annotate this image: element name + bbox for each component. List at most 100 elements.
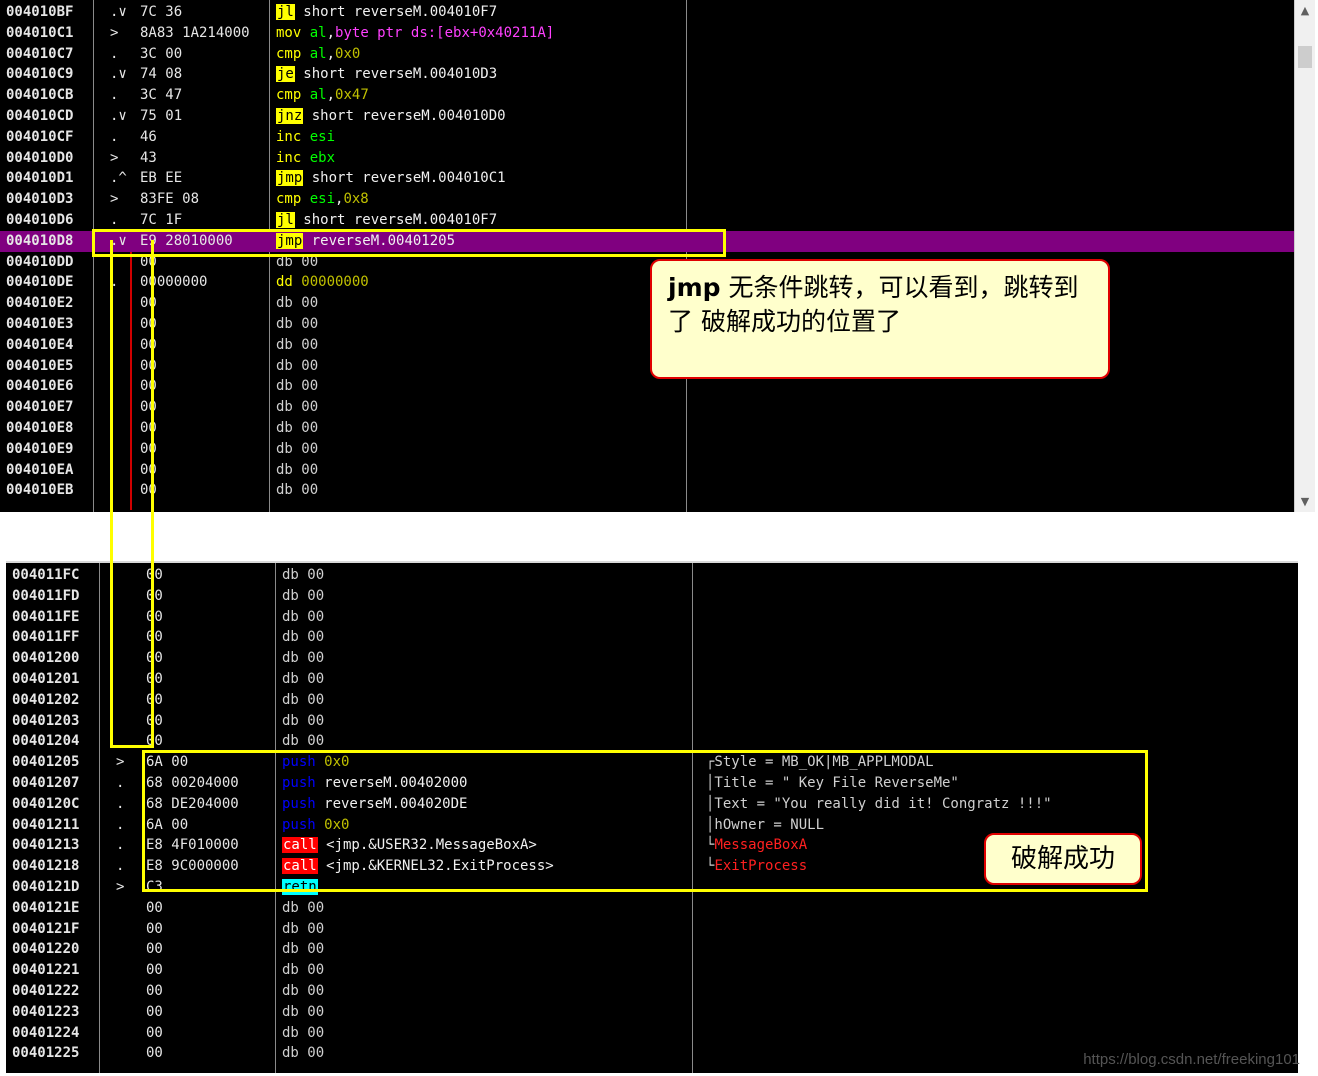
address-cell: 004010CB (6, 87, 74, 104)
disassembly-cell: db 00 (276, 314, 318, 335)
mnemonic: db (282, 587, 299, 604)
operand: 00 (292, 440, 319, 457)
mnemonic: db (282, 1045, 299, 1062)
instruction-row[interactable]: 00401202 00 db 00 (6, 690, 1298, 711)
instruction-row[interactable]: 00401200 00 db 00 (6, 648, 1298, 669)
operand: , (326, 45, 336, 62)
instruction-row[interactable]: 00401224 00 db 00 (6, 1023, 1298, 1044)
mnemonic: db (282, 920, 299, 937)
instruction-row[interactable]: 0040121E 00 db 00 (6, 898, 1298, 919)
jump-arrow: . (110, 128, 119, 145)
instruction-row[interactable]: 004010BF .∨ 7C 36 jl short reverseM.004010F… (0, 2, 1294, 23)
scroll-up-icon[interactable]: ▲ (1295, 4, 1315, 17)
instruction-row[interactable]: 004011FD 00 db 00 (6, 586, 1298, 607)
scroll-thumb[interactable] (1298, 46, 1312, 68)
mnemonic: jmp (276, 170, 304, 187)
instruction-row[interactable]: 004010D1 .^ EB EE jmp short reverseM.004010… (0, 168, 1294, 189)
mnemonic: db (276, 420, 293, 436)
mnemonic: db (282, 983, 299, 999)
address-cell: 00401201 (12, 671, 80, 687)
callout-jmp-explanation: jmp 无条件跳转，可以看到，跳转到了 破解成功的位置了 (650, 259, 1110, 379)
callout-jmp-text: 无条件跳转，可以看到，跳转到了 破解成功的位置了 (668, 273, 1079, 336)
disassembly-cell: jl short reverseM.004010F7 (276, 2, 497, 23)
instruction-row[interactable]: 00401201 00 db 00 (6, 669, 1298, 690)
instruction-row[interactable]: 00401220 00 db 00 (6, 939, 1298, 960)
operand: esi (301, 128, 336, 145)
address-cell: 00401220 (12, 941, 80, 958)
mnemonic: db (276, 378, 293, 395)
instruction-row[interactable]: 004010C9 .∨ 74 08 je short reverseM.004010D… (0, 64, 1294, 85)
disassembly-cell: db 00 (276, 439, 318, 460)
scroll-down-icon[interactable]: ▼ (1295, 495, 1315, 508)
mnemonic: db (282, 691, 299, 708)
instruction-row[interactable]: 004010CD .∨ 75 01 jnz short reverseM.004010… (0, 106, 1294, 127)
hex-bytes-cell: 43 (140, 149, 157, 166)
disassembly-cell: dd 00000000 (276, 272, 369, 293)
disassembly-cell: db 00 (282, 627, 324, 648)
address-cell: 004010CD (6, 108, 74, 124)
address-cell: 004010E6 (6, 378, 74, 395)
disassembly-cell: db 00 (276, 376, 318, 397)
instruction-row[interactable]: 004010EB 00 db 00 (0, 480, 1294, 501)
mnemonic: db (282, 962, 299, 979)
address-cell: 004010DE (6, 274, 74, 291)
address-cell: 004010EB (6, 482, 74, 499)
operand: 00 (298, 1003, 325, 1020)
mnemonic: db (282, 608, 299, 625)
address-cell: 004011FE (12, 608, 80, 625)
disassembly-cell: db 00 (276, 460, 318, 481)
operand: 00 (298, 920, 325, 937)
disassembly-cell: db 00 (282, 565, 324, 586)
instruction-row[interactable]: 004010C7. 3C 00 cmp al,0x0 (0, 44, 1294, 65)
instruction-row[interactable]: 004011FE 00 db 00 (6, 607, 1298, 628)
instruction-row[interactable]: 00401222 00 db 00 (6, 981, 1298, 1002)
mnemonic: db (282, 1024, 299, 1041)
instruction-row[interactable]: 004010D6. 7C 1F jl short reverseM.004010F7 (0, 210, 1294, 231)
operand: 00 (298, 587, 325, 604)
instruction-row[interactable]: 004010E9 00 db 00 (0, 439, 1294, 460)
disassembly-cell: db 00 (282, 1002, 324, 1023)
mnemonic: db (282, 712, 299, 729)
jump-arrow: . (116, 775, 125, 791)
operand: al (301, 24, 327, 41)
mnemonic: db (282, 567, 299, 583)
instruction-row[interactable]: 004010D0 >43 inc ebx (0, 148, 1294, 169)
instruction-row[interactable]: 004010E8 00 db 00 (0, 418, 1294, 439)
operand: short reverseM.004010D0 (303, 108, 506, 124)
instruction-row[interactable]: 0040121F 00 db 00 (6, 919, 1298, 940)
instruction-row[interactable]: 004010CF. 46 inc esi (0, 127, 1294, 148)
mnemonic: jnz (276, 108, 304, 124)
vertical-scrollbar[interactable]: ▲ ▼ (1294, 0, 1315, 512)
operand: 00000000 (292, 274, 369, 291)
disassembly-cell: db 00 (282, 981, 324, 1002)
instruction-row[interactable]: 004010E6 00 db 00 (0, 376, 1294, 397)
operand: 00 (298, 629, 325, 646)
hex-bytes-cell: 00 (146, 899, 163, 916)
mnemonic: inc (276, 128, 302, 145)
address-cell: 004010C7 (6, 45, 74, 62)
instruction-row[interactable]: 00401223 00 db 00 (6, 1002, 1298, 1023)
jump-arrow: . (110, 212, 119, 228)
mnemonic: cmp (276, 87, 302, 104)
operand: 00 (298, 650, 325, 667)
instruction-row[interactable]: 004011FC 00 db 00 (6, 565, 1298, 586)
address-cell: 004010D1 (6, 170, 74, 187)
instruction-row[interactable]: 004011FF 00 db 00 (6, 627, 1298, 648)
hex-bytes-cell: 00 (146, 962, 163, 979)
address-cell: 0040121D (12, 879, 80, 895)
instruction-row[interactable]: 004010D3 >83FE 08 cmp esi,0x8 (0, 189, 1294, 210)
mnemonic: dd (276, 274, 293, 291)
instruction-row[interactable]: 004010CB. 3C 47 cmp al,0x47 (0, 85, 1294, 106)
mnemonic: cmp (276, 191, 302, 208)
instruction-row[interactable]: 00401221 00 db 00 (6, 960, 1298, 981)
instruction-row[interactable]: 00401203 00 db 00 (6, 711, 1298, 732)
jump-arrow: > (110, 191, 119, 208)
operand: 00 (298, 899, 325, 916)
instruction-row[interactable]: 004010E7 00 db 00 (0, 397, 1294, 418)
instruction-row[interactable]: 004010C1 >8A83 1A214000 mov al,byte ptr ds… (0, 23, 1294, 44)
jump-arrow: .∨ (110, 4, 127, 20)
address-cell: 004010D0 (6, 149, 74, 166)
hex-bytes-cell: 7C 1F (140, 212, 183, 228)
mnemonic: inc (276, 149, 302, 166)
instruction-row[interactable]: 004010EA 00 db 00 (0, 460, 1294, 481)
